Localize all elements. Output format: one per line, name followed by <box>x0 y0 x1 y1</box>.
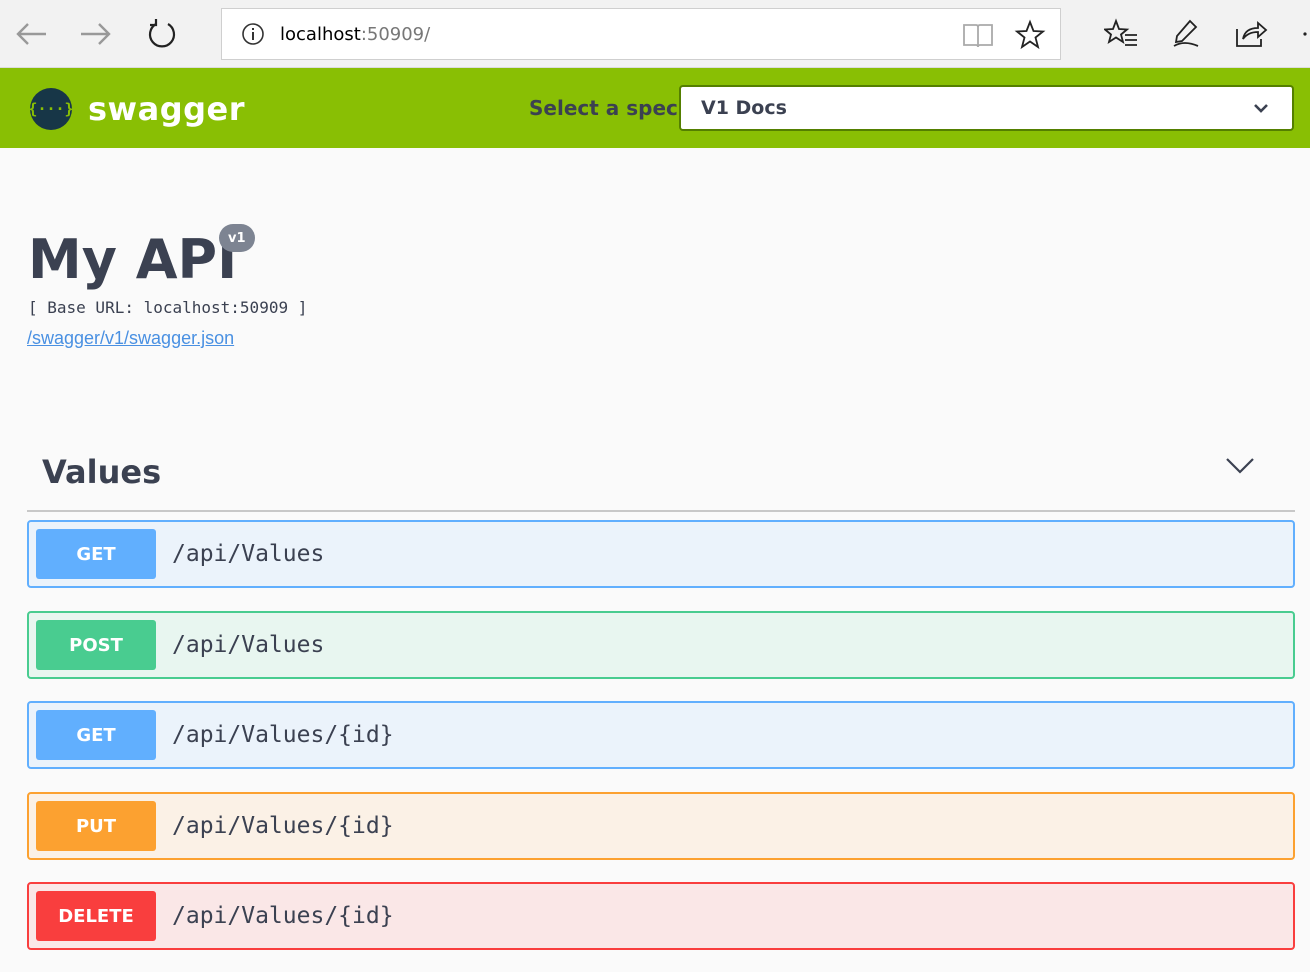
back-button[interactable] <box>11 14 51 54</box>
spec-select[interactable]: V1 Docs <box>679 85 1294 131</box>
operation-path: /api/Values/{id} <box>172 722 394 748</box>
version-badge: v1 <box>219 224 255 252</box>
more-icon[interactable] <box>1294 14 1310 54</box>
chevron-down-icon[interactable] <box>1225 456 1255 481</box>
share-icon[interactable] <box>1231 14 1271 54</box>
tag-values-header[interactable]: Values <box>27 440 1295 512</box>
refresh-button[interactable] <box>142 14 182 54</box>
method-badge: PUT <box>36 801 156 851</box>
api-title: My API <box>28 228 238 291</box>
swagger-json-link[interactable]: /swagger/v1/swagger.json <box>27 328 234 349</box>
operation-path: /api/Values/{id} <box>172 813 394 839</box>
operation-path: /api/Values <box>172 632 325 658</box>
base-url: [ Base URL: localhost:50909 ] <box>28 298 308 317</box>
tag-title: Values <box>42 453 162 491</box>
method-badge: DELETE <box>36 891 156 941</box>
swagger-brand-text: swagger <box>88 90 245 128</box>
spec-select-value: V1 Docs <box>701 97 787 119</box>
operation-path: /api/Values/{id} <box>172 903 394 929</box>
favorite-star-icon[interactable] <box>1012 17 1048 53</box>
url-text[interactable]: localhost:50909/ <box>280 24 430 45</box>
swagger-logo[interactable]: {···} swagger <box>28 88 245 130</box>
operation-delete-value[interactable]: DELETE /api/Values/{id} <box>27 882 1295 950</box>
pen-icon[interactable] <box>1166 14 1206 54</box>
swagger-topbar: {···} swagger Select a spec V1 Docs <box>0 68 1310 148</box>
operation-path: /api/Values <box>172 541 325 567</box>
reading-view-icon[interactable] <box>960 17 996 53</box>
method-badge: GET <box>36 710 156 760</box>
operation-get-values[interactable]: GET /api/Values <box>27 520 1295 588</box>
browser-toolbar: localhost:50909/ <box>0 0 1310 68</box>
operation-get-value-by-id[interactable]: GET /api/Values/{id} <box>27 701 1295 769</box>
method-badge: POST <box>36 620 156 670</box>
swagger-logo-icon: {···} <box>28 88 74 130</box>
select-spec-label: Select a spec <box>529 96 678 120</box>
info-icon[interactable] <box>240 21 266 47</box>
favorites-list-icon[interactable] <box>1101 14 1141 54</box>
chevron-down-icon <box>1252 99 1270 122</box>
address-bar[interactable]: localhost:50909/ <box>221 8 1061 60</box>
operation-put-value[interactable]: PUT /api/Values/{id} <box>27 792 1295 860</box>
method-badge: GET <box>36 529 156 579</box>
operation-post-values[interactable]: POST /api/Values <box>27 611 1295 679</box>
refresh-icon <box>148 19 176 48</box>
forward-arrow-icon <box>81 23 111 45</box>
back-arrow-icon <box>16 23 46 45</box>
forward-button[interactable] <box>76 14 116 54</box>
